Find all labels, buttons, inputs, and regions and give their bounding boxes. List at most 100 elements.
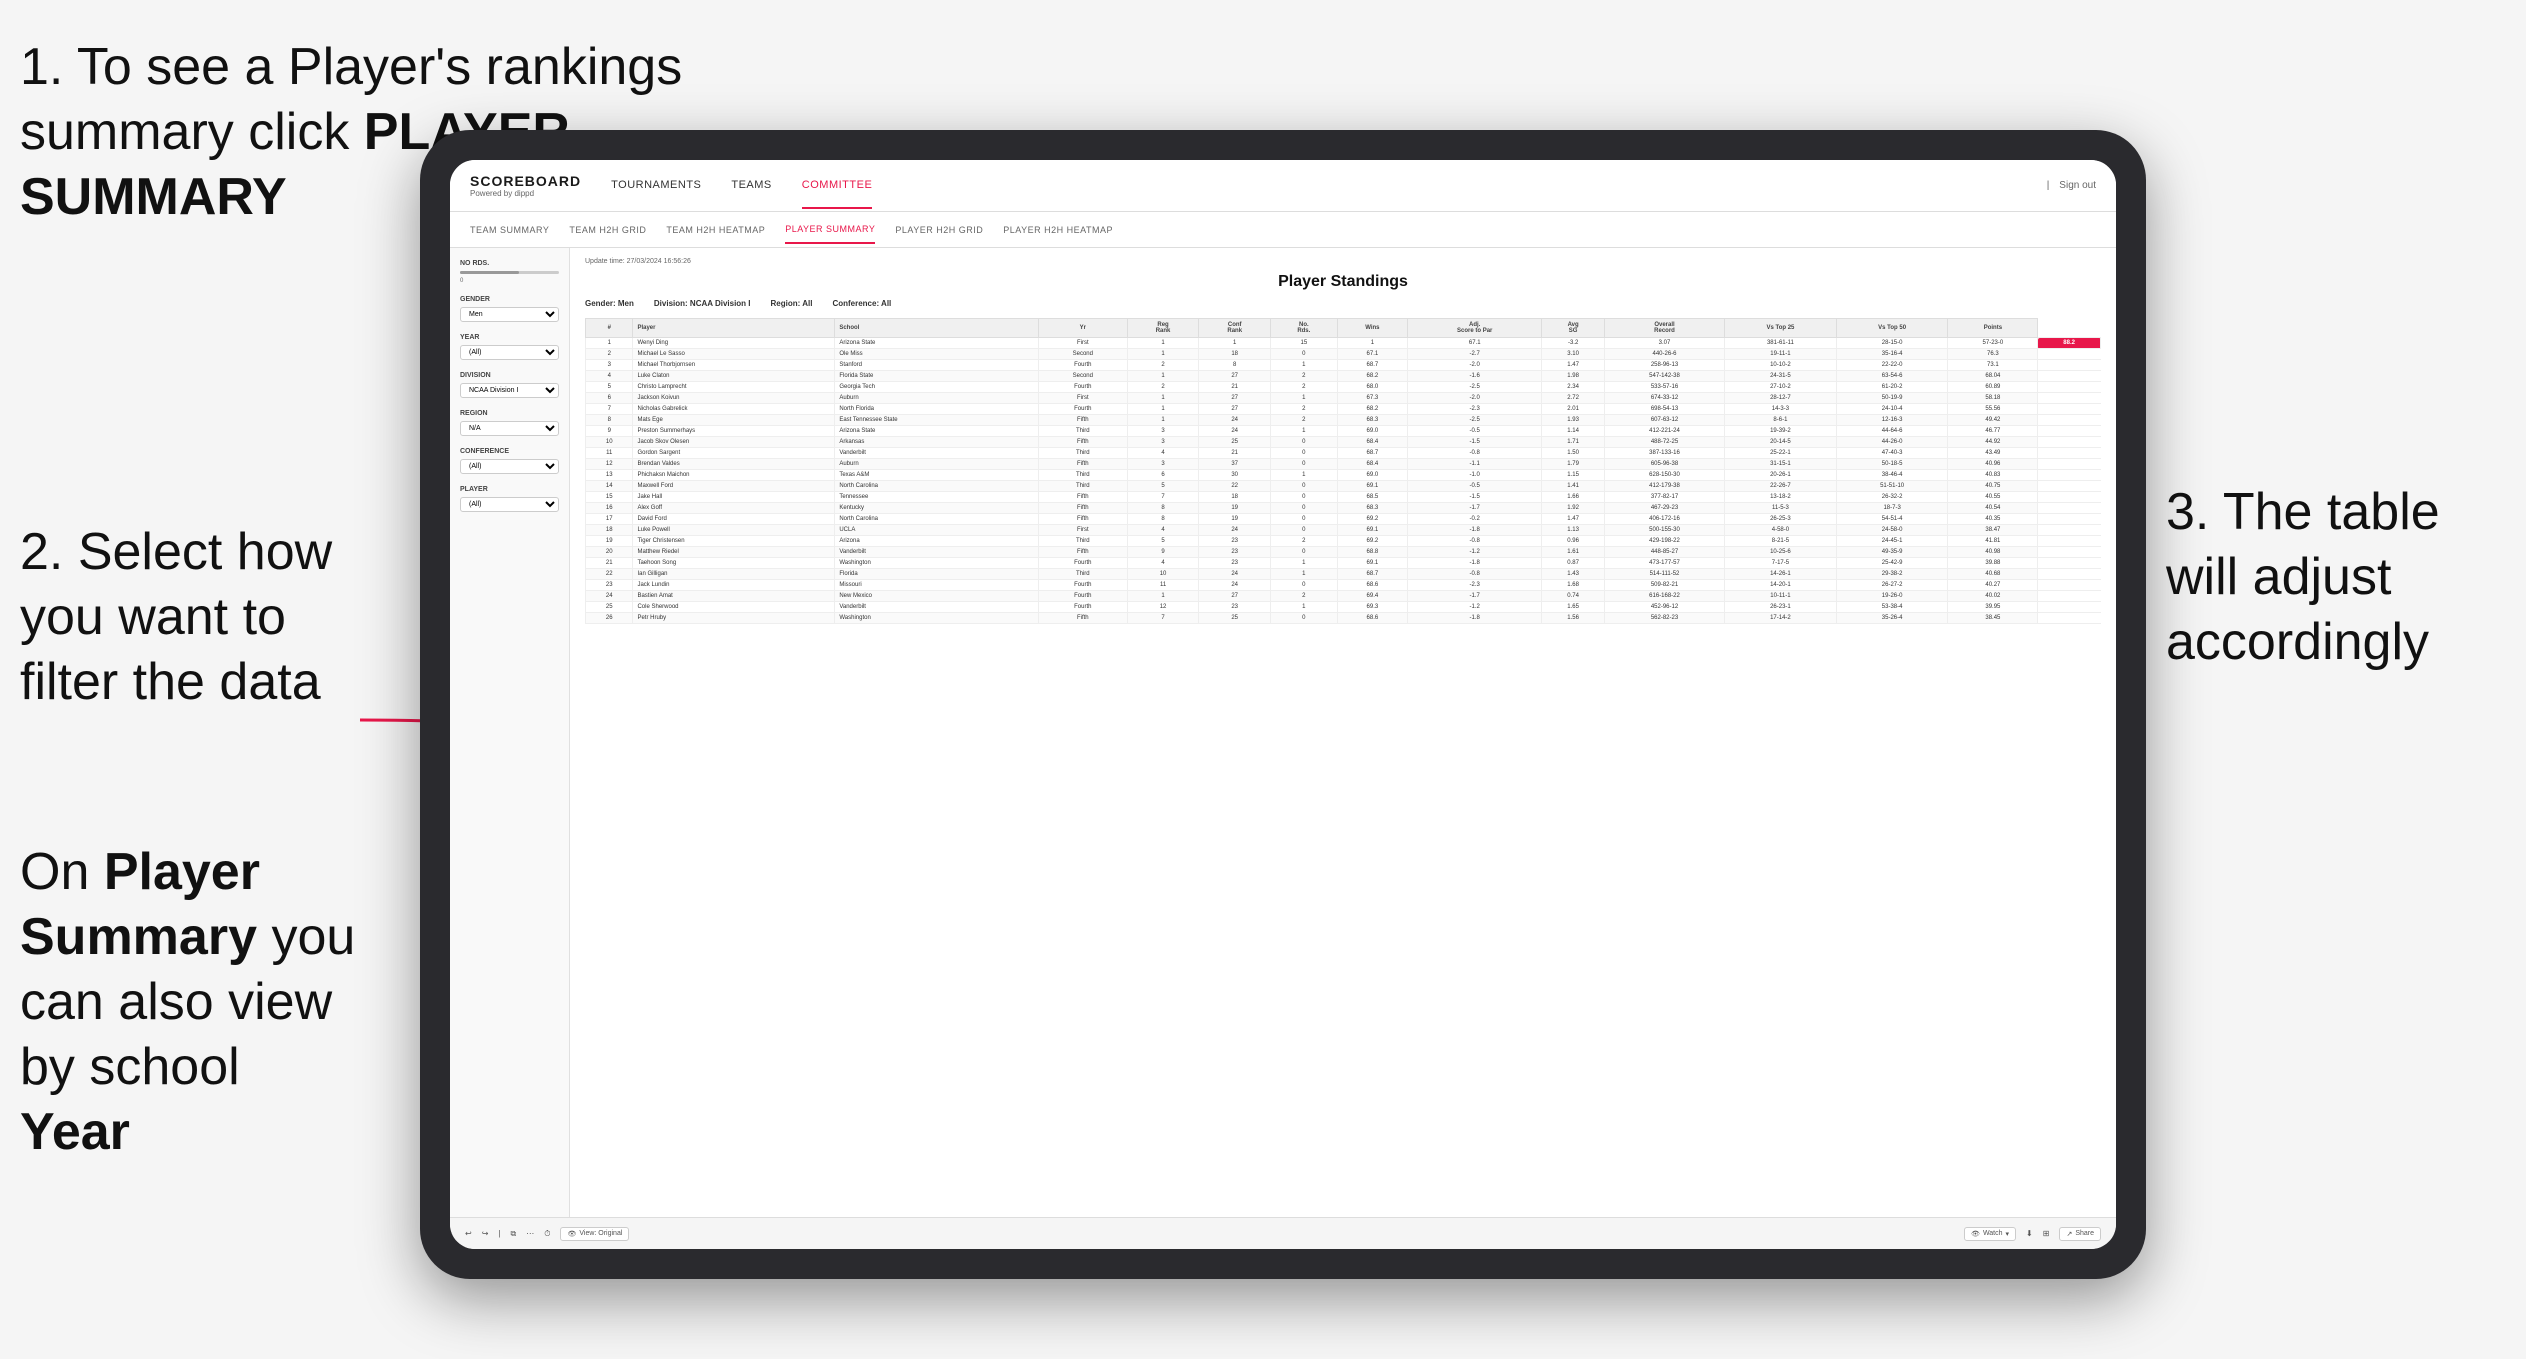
table-cell: 15 — [1271, 338, 1338, 349]
table-cell: First — [1038, 525, 1127, 536]
nav-teams[interactable]: TEAMS — [731, 163, 771, 209]
sign-out-link[interactable]: Sign out — [2059, 180, 2096, 191]
table-cell: 5 — [1127, 481, 1199, 492]
no-rds-slider[interactable] — [460, 271, 559, 274]
table-cell: Fourth — [1038, 602, 1127, 613]
sub-nav-team-summary[interactable]: TEAM SUMMARY — [470, 217, 549, 243]
table-cell: 22-22-0 — [1836, 360, 1948, 371]
sub-nav-player-h2h-heatmap[interactable]: PLAYER H2H HEATMAP — [1003, 217, 1113, 243]
nav-links: TOURNAMENTS TEAMS COMMITTEE — [611, 163, 2047, 209]
table-cell: 25 — [1199, 613, 1271, 624]
table-cell: 67.3 — [1337, 393, 1407, 404]
table-cell: Wenyi Ding — [633, 338, 835, 349]
standings-gender: Gender: Men — [585, 299, 634, 308]
table-cell: 0 — [1271, 503, 1338, 514]
sub-nav-team-h2h-grid[interactable]: TEAM H2H GRID — [569, 217, 646, 243]
table-cell: 26-25-3 — [1725, 514, 1837, 525]
sub-nav-player-summary[interactable]: PLAYER SUMMARY — [785, 216, 875, 244]
table-row: 7Nicholas GabrelickNorth FloridaFourth12… — [586, 404, 2101, 415]
table-cell: 11 — [586, 448, 633, 459]
table-cell: Jack Lundin — [633, 580, 835, 591]
table-cell: 607-63-12 — [1604, 415, 1724, 426]
watch-icon: 👁 — [1971, 1230, 1980, 1238]
table-cell: 1.93 — [1542, 415, 1605, 426]
toolbar-share-btn[interactable]: ↗ Share — [2059, 1227, 2101, 1241]
table-cell: 4 — [1127, 448, 1199, 459]
table-row: 21Taehoon SongWashingtonFourth423169.1-1… — [586, 558, 2101, 569]
sub-nav-team-h2h-heatmap[interactable]: TEAM H2H HEATMAP — [666, 217, 765, 243]
table-cell: 39.88 — [1948, 558, 2038, 569]
table-cell: 387-133-16 — [1604, 448, 1724, 459]
table-cell: 628-150-30 — [1604, 470, 1724, 481]
table-cell: 26-23-1 — [1725, 602, 1837, 613]
table-cell: 46.77 — [1948, 426, 2038, 437]
instruction-step3: 3. The table will adjust accordingly — [2166, 480, 2506, 675]
table-cell: 3.07 — [1604, 338, 1724, 349]
step2-line3: filter the data — [20, 653, 321, 711]
table-row: 22Ian GilliganFloridaThird1024168.7-0.81… — [586, 569, 2101, 580]
table-cell: 53-38-4 — [1836, 602, 1948, 613]
table-cell: 21 — [1199, 382, 1271, 393]
note-bold: PlayerSummary — [20, 843, 260, 966]
table-cell: 27 — [1199, 371, 1271, 382]
table-cell: 0 — [1271, 492, 1338, 503]
table-cell: Third — [1038, 481, 1127, 492]
toolbar-copy[interactable]: ⧉ — [510, 1229, 516, 1239]
filter-no-rds: No Rds. 0 — [460, 260, 559, 284]
table-cell: Fourth — [1038, 558, 1127, 569]
table-cell: 509-82-21 — [1604, 580, 1724, 591]
table-cell: 674-33-12 — [1604, 393, 1724, 404]
table-cell: 8-6-1 — [1725, 415, 1837, 426]
nav-committee[interactable]: COMMITTEE — [802, 163, 873, 209]
table-cell: Auburn — [835, 459, 1039, 470]
table-cell: 40.83 — [1948, 470, 2038, 481]
gender-select[interactable]: Men — [460, 307, 559, 322]
table-row: 18Luke PowellUCLAFirst424069.1-1.81.1350… — [586, 525, 2101, 536]
table-cell: Michael Thorbjornsen — [633, 360, 835, 371]
table-cell: 1 — [586, 338, 633, 349]
year-select[interactable]: (All) — [460, 345, 559, 360]
toolbar-download[interactable]: ⬇ — [2026, 1229, 2033, 1238]
table-cell: Vanderbilt — [835, 448, 1039, 459]
region-select[interactable]: N/A — [460, 421, 559, 436]
sub-nav: TEAM SUMMARY TEAM H2H GRID TEAM H2H HEAT… — [450, 212, 2116, 248]
toolbar-undo[interactable]: ↩ — [465, 1229, 472, 1238]
table-cell: 27-10-2 — [1725, 382, 1837, 393]
table-cell: 24 — [1199, 580, 1271, 591]
table-cell: 1 — [1127, 404, 1199, 415]
table-cell: 4 — [586, 371, 633, 382]
table-cell: 467-29-23 — [1604, 503, 1724, 514]
toolbar-clock[interactable]: ⏱ — [544, 1229, 550, 1239]
table-row: 10Jacob Skov OlesenArkansasFifth325068.4… — [586, 437, 2101, 448]
table-cell: 24 — [1199, 569, 1271, 580]
sub-nav-player-h2h-grid[interactable]: PLAYER H2H GRID — [895, 217, 983, 243]
toolbar-watch-btn[interactable]: 👁 Watch ▾ — [1964, 1227, 2016, 1241]
table-cell: 40.68 — [1948, 569, 2038, 580]
table-cell: Taehoon Song — [633, 558, 835, 569]
table-cell: 0.96 — [1542, 536, 1605, 547]
table-cell: 406-172-16 — [1604, 514, 1724, 525]
conference-select[interactable]: (All) — [460, 459, 559, 474]
table-row: 20Matthew RiedelVanderbiltFifth923068.8-… — [586, 547, 2101, 558]
toolbar-view-btn[interactable]: 👁 View: Original — [560, 1227, 629, 1241]
table-row: 6Jackson KoivunAuburnFirst127167.3-2.02.… — [586, 393, 2101, 404]
table-cell: 88.2 — [2038, 338, 2101, 349]
nav-tournaments[interactable]: TOURNAMENTS — [611, 163, 701, 209]
table-cell: Phichaksn Maichon — [633, 470, 835, 481]
table-cell: 40.96 — [1948, 459, 2038, 470]
table-cell: 25-42-9 — [1836, 558, 1948, 569]
toolbar-redo[interactable]: ↪ — [482, 1229, 489, 1238]
table-cell: 51-51-10 — [1836, 481, 1948, 492]
toolbar-grid[interactable]: ⊞ — [2043, 1229, 2050, 1238]
division-select[interactable]: NCAA Division I — [460, 383, 559, 398]
year-label: Year — [460, 334, 559, 341]
table-cell: Nicholas Gabrelick — [633, 404, 835, 415]
table-cell: 452-96-12 — [1604, 602, 1724, 613]
table-cell: -2.5 — [1408, 415, 1542, 426]
table-cell: 69.2 — [1337, 536, 1407, 547]
table-cell: 258-96-13 — [1604, 360, 1724, 371]
table-cell: Arkansas — [835, 437, 1039, 448]
toolbar-more[interactable]: ⋯ — [526, 1229, 534, 1238]
player-select[interactable]: (All) — [460, 497, 559, 512]
table-cell: Fourth — [1038, 404, 1127, 415]
